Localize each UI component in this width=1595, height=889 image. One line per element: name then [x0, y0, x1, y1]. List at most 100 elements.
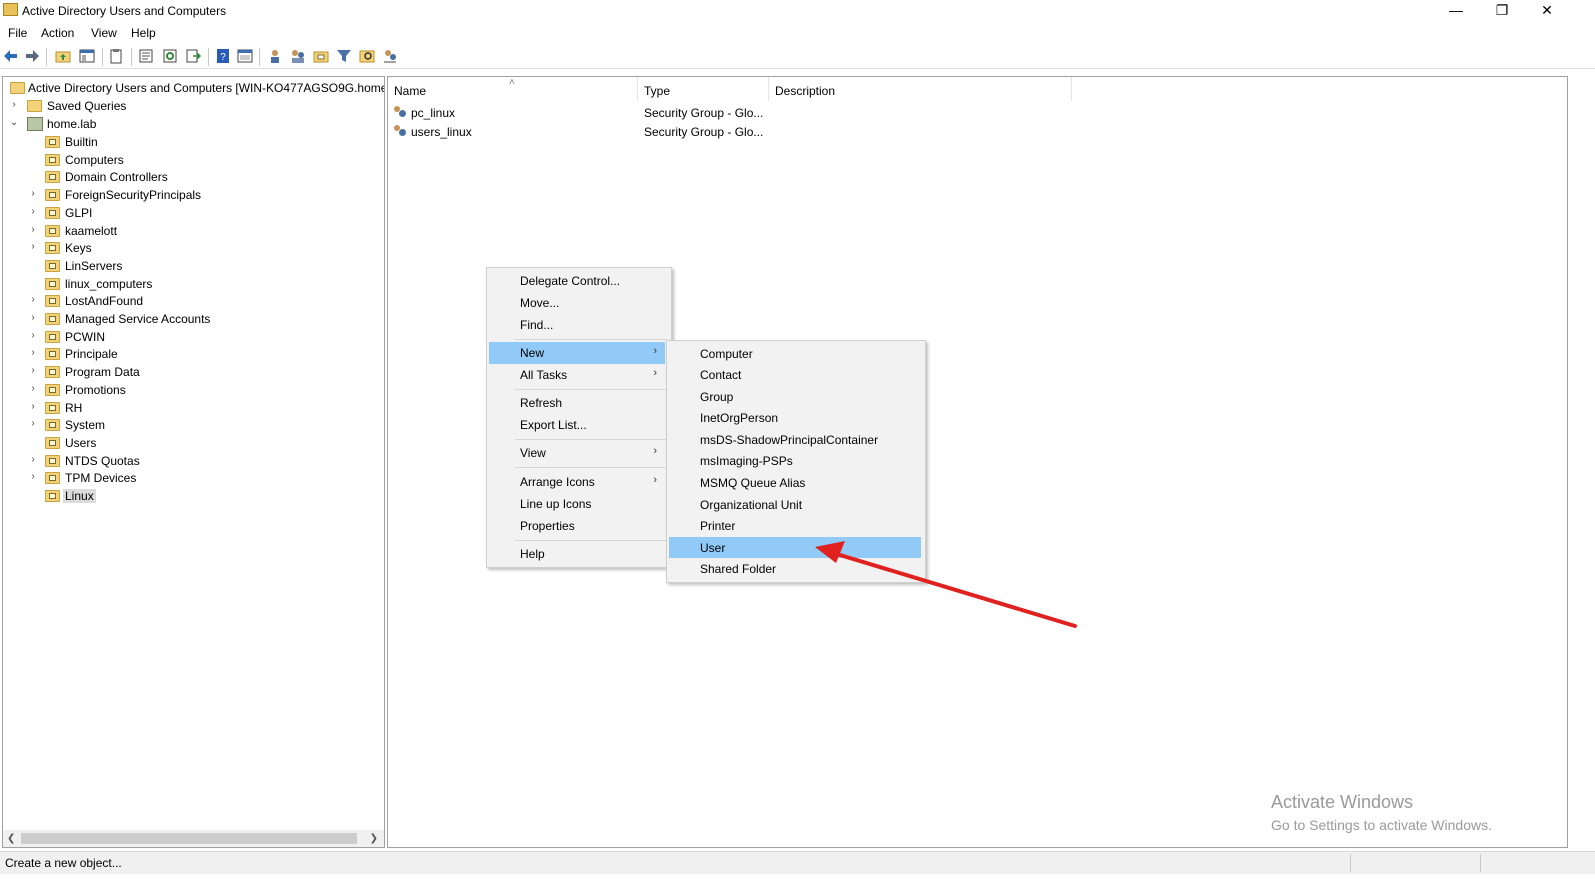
submenu-item-msds-shadow[interactable]: msDS-ShadowPrincipalContainer	[669, 429, 921, 450]
menu-item-export-list[interactable]: Export List...	[489, 414, 665, 436]
ou-folder-icon	[45, 455, 60, 467]
submenu-item-shared-folder[interactable]: Shared Folder	[669, 558, 921, 579]
tree-item-rh[interactable]: › RH	[3, 399, 383, 417]
ou-folder-icon	[45, 136, 60, 148]
mmc-console-icon[interactable]	[237, 48, 253, 64]
chevron-right-icon[interactable]: ›	[28, 401, 38, 413]
menu-file[interactable]: File	[8, 26, 27, 40]
tree-item-lostandfound[interactable]: › LostAndFound	[3, 292, 383, 310]
tree-item-users[interactable]: Users	[3, 434, 383, 452]
submenu-item-printer[interactable]: Printer	[669, 515, 921, 536]
properties-icon[interactable]	[138, 48, 154, 64]
chevron-right-icon[interactable]: ›	[28, 188, 38, 200]
column-header-name[interactable]: Name ˄	[388, 77, 638, 101]
chevron-down-icon[interactable]: ⌄	[9, 117, 19, 129]
tree-item-label: Builtin	[65, 135, 98, 149]
menu-item-view[interactable]: View ›	[489, 442, 665, 464]
minimize-button[interactable]: —	[1433, 0, 1479, 22]
menu-item-new[interactable]: New ›	[489, 342, 665, 364]
menu-item-delegate-control[interactable]: Delegate Control...	[489, 270, 665, 292]
column-header-description[interactable]: Description	[769, 77, 1072, 101]
column-header-type[interactable]: Type	[638, 77, 769, 101]
show-hide-tree-icon[interactable]	[79, 48, 95, 64]
tree-item-system[interactable]: › System	[3, 416, 383, 434]
new-group-icon[interactable]	[290, 48, 306, 64]
chevron-right-icon[interactable]: ›	[28, 224, 38, 236]
menu-item-line-up-icons[interactable]: Line up Icons	[489, 493, 665, 515]
menu-item-refresh[interactable]: Refresh	[489, 392, 665, 414]
find-icon[interactable]	[359, 48, 375, 64]
chevron-right-icon[interactable]: ›	[28, 365, 38, 377]
help-icon[interactable]: ?	[215, 48, 231, 64]
tree-item-saved-queries[interactable]: › Saved Queries	[3, 97, 383, 115]
scroll-right-icon[interactable]: ❯	[370, 833, 378, 844]
scroll-left-icon[interactable]: ❮	[7, 833, 15, 844]
list-item[interactable]: users_linux Security Group - Glo...	[393, 123, 793, 141]
menu-action[interactable]: Action	[41, 26, 74, 40]
export-list-icon[interactable]	[185, 48, 201, 64]
clipboard-icon[interactable]	[108, 48, 124, 64]
chevron-right-icon[interactable]: ›	[28, 312, 38, 324]
tree-item-linux-computers[interactable]: linux_computers	[3, 275, 383, 293]
chevron-right-icon[interactable]: ›	[28, 383, 38, 395]
chevron-right-icon[interactable]: ›	[28, 294, 38, 306]
submenu-item-inetorgperson[interactable]: InetOrgPerson	[669, 407, 921, 428]
close-button[interactable]: ✕	[1524, 0, 1570, 22]
tree-root[interactable]: Active Directory Users and Computers [WI…	[3, 79, 384, 97]
tree-horizontal-scrollbar[interactable]: ❮ ❯	[3, 830, 384, 847]
forward-arrow-icon[interactable]	[24, 48, 40, 64]
up-folder-icon[interactable]	[55, 48, 71, 64]
tree-item-glpi[interactable]: › GLPI	[3, 204, 383, 222]
chevron-right-icon[interactable]: ›	[28, 471, 38, 483]
tree-item-builtin[interactable]: Builtin	[3, 133, 383, 151]
tree-item-pcwin[interactable]: › PCWIN	[3, 328, 383, 346]
tree-item-domain[interactable]: ⌄ home.lab	[3, 115, 383, 133]
chevron-right-icon[interactable]: ›	[9, 99, 19, 111]
tree-item-kaamelott[interactable]: › kaamelott	[3, 222, 383, 240]
tree-item-principale[interactable]: › Principale	[3, 345, 383, 363]
submenu-item-user[interactable]: User	[669, 537, 921, 558]
column-name-label: Name	[394, 84, 427, 98]
list-item[interactable]: pc_linux Security Group - Glo...	[393, 104, 793, 122]
chevron-right-icon[interactable]: ›	[28, 454, 38, 466]
scroll-thumb[interactable]	[21, 833, 357, 844]
menu-item-find[interactable]: Find...	[489, 314, 665, 336]
menu-item-properties[interactable]: Properties	[489, 515, 665, 537]
tree-item-linux[interactable]: Linux	[3, 487, 383, 505]
submenu-item-ou[interactable]: Organizational Unit	[669, 494, 921, 515]
tree-item-managed-service-accounts[interactable]: › Managed Service Accounts	[3, 310, 383, 328]
tree-item-keys[interactable]: › Keys	[3, 239, 383, 257]
tree-item-tpm-devices[interactable]: › TPM Devices	[3, 469, 383, 487]
back-arrow-icon[interactable]	[3, 48, 19, 64]
refresh-icon[interactable]	[162, 48, 178, 64]
menu-view[interactable]: View	[91, 26, 117, 40]
new-ou-icon[interactable]	[313, 48, 329, 64]
submenu-item-group[interactable]: Group	[669, 386, 921, 407]
restore-button[interactable]: ❐	[1479, 0, 1525, 22]
menu-help[interactable]: Help	[131, 26, 156, 40]
submenu-item-msmq[interactable]: MSMQ Queue Alias	[669, 472, 921, 493]
submenu-item-msimaging[interactable]: msImaging-PSPs	[669, 450, 921, 471]
chevron-right-icon[interactable]: ›	[28, 206, 38, 218]
submenu-item-contact[interactable]: Contact	[669, 364, 921, 385]
menu-item-all-tasks[interactable]: All Tasks ›	[489, 364, 665, 386]
menu-item-help[interactable]: Help	[489, 543, 665, 565]
tree-item-foreignsecurityprincipals[interactable]: › ForeignSecurityPrincipals	[3, 186, 383, 204]
add-to-group-icon[interactable]	[382, 48, 398, 64]
chevron-right-icon[interactable]: ›	[28, 347, 38, 359]
chevron-right-icon[interactable]: ›	[28, 330, 38, 342]
chevron-right-icon[interactable]: ›	[28, 418, 38, 430]
tree-item-computers[interactable]: Computers	[3, 151, 383, 169]
tree-item-promotions[interactable]: › Promotions	[3, 381, 383, 399]
tree-item-program-data[interactable]: › Program Data	[3, 363, 383, 381]
chevron-right-icon[interactable]: ›	[28, 241, 38, 253]
tree-item-linservers[interactable]: LinServers	[3, 257, 383, 275]
tree-item-domain-controllers[interactable]: Domain Controllers	[3, 168, 383, 186]
new-user-icon[interactable]	[267, 48, 283, 64]
menu-item-arrange-icons[interactable]: Arrange Icons ›	[489, 471, 665, 493]
toolbar-separator	[208, 48, 209, 66]
menu-item-move[interactable]: Move...	[489, 292, 665, 314]
tree-item-ntds-quotas[interactable]: › NTDS Quotas	[3, 452, 383, 470]
submenu-item-computer[interactable]: Computer	[669, 343, 921, 364]
filter-icon[interactable]	[336, 48, 352, 64]
